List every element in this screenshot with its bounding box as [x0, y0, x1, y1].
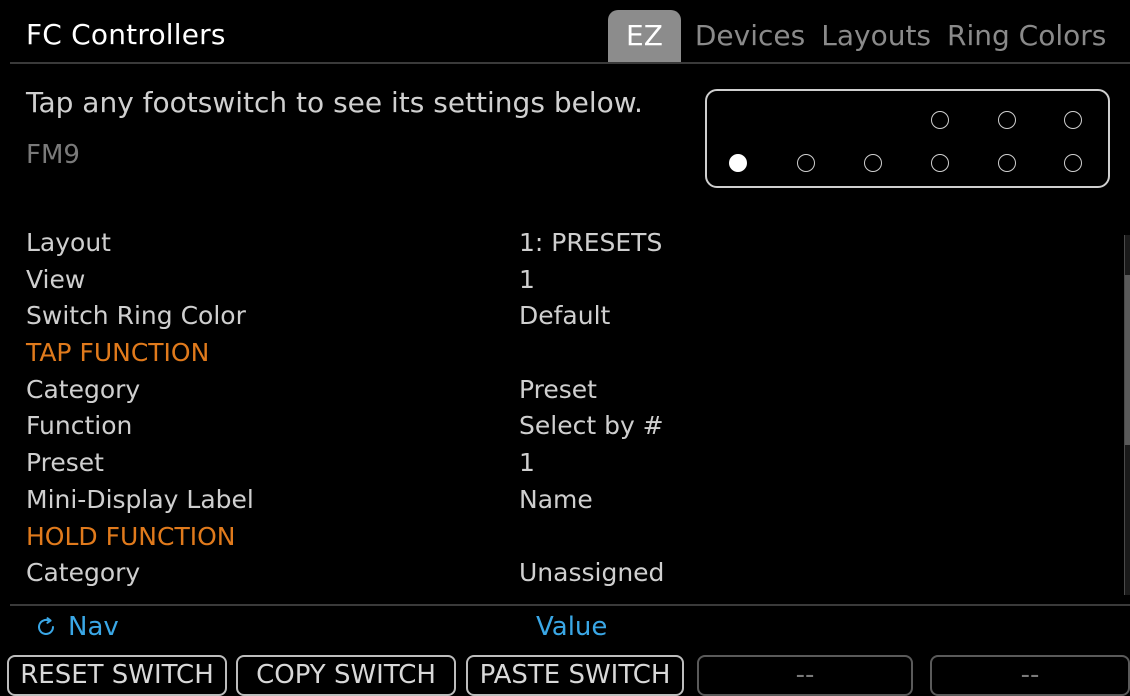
- scrollbar[interactable]: [1124, 235, 1130, 595]
- paste-switch-button[interactable]: PASTE SWITCH: [466, 655, 684, 696]
- param-row-switch-ring-color[interactable]: Switch Ring Color Default: [26, 299, 1106, 336]
- hint-nav: Nav: [34, 612, 119, 642]
- footswitch-bottom-3[interactable]: [864, 154, 882, 172]
- param-label: Preset: [26, 448, 104, 478]
- tab-ez[interactable]: EZ: [608, 10, 681, 62]
- copy-switch-button[interactable]: COPY SWITCH: [236, 655, 456, 696]
- softkey-5-button[interactable]: --: [930, 655, 1130, 696]
- tab-ring-colors[interactable]: Ring Colors: [939, 10, 1114, 62]
- footswitch-bottom-4[interactable]: [931, 154, 949, 172]
- param-row-tap-preset[interactable]: Preset 1: [26, 446, 1106, 483]
- param-row-tap-function[interactable]: Function Select by #: [26, 409, 1106, 446]
- param-value[interactable]: Preset: [519, 375, 597, 404]
- device-name: FM9: [26, 140, 80, 170]
- footswitch-bottom-1[interactable]: [729, 154, 747, 172]
- param-label: Switch Ring Color: [26, 301, 246, 331]
- page-title: FC Controllers: [26, 18, 226, 51]
- param-value[interactable]: Unassigned: [519, 558, 664, 587]
- section-heading: HOLD FUNCTION: [26, 521, 236, 551]
- param-label: View: [26, 264, 86, 294]
- divider: [10, 604, 1130, 606]
- param-label: Function: [26, 411, 133, 441]
- param-value[interactable]: Name: [519, 485, 593, 514]
- param-row-layout[interactable]: Layout 1: PRESETS: [26, 226, 1106, 263]
- tab-devices[interactable]: Devices: [687, 10, 813, 62]
- section-heading: TAP FUNCTION: [26, 338, 210, 368]
- param-row-tap-category[interactable]: Category Preset: [26, 373, 1106, 410]
- reset-switch-button[interactable]: RESET SWITCH: [7, 655, 227, 696]
- hint-value: Value: [536, 612, 607, 642]
- param-value[interactable]: 1: PRESETS: [519, 228, 662, 257]
- param-label: Mini-Display Label: [26, 484, 254, 514]
- footswitch-top-1[interactable]: [931, 111, 949, 129]
- softkey-4-button[interactable]: --: [697, 655, 913, 696]
- hint-nav-label: Nav: [68, 612, 119, 642]
- footswitch-top-3[interactable]: [1064, 111, 1082, 129]
- rotate-knob-icon: [38, 617, 54, 635]
- param-label: Layout: [26, 228, 111, 257]
- footswitch-bottom-5[interactable]: [998, 154, 1016, 172]
- section-heading-tap-function: TAP FUNCTION: [26, 336, 1106, 373]
- param-value[interactable]: 1: [519, 265, 535, 294]
- footswitch-bottom-6[interactable]: [1064, 154, 1082, 172]
- param-label: Category: [26, 374, 141, 404]
- param-value[interactable]: Select by #: [519, 411, 664, 440]
- tab-layouts[interactable]: Layouts: [813, 10, 939, 62]
- title-bar: FC Controllers EZ Devices Layouts Ring C…: [10, 10, 1130, 64]
- section-heading-hold-function: HOLD FUNCTION: [26, 520, 1106, 557]
- param-value[interactable]: Default: [519, 301, 610, 330]
- scrollbar-thumb[interactable]: [1125, 275, 1130, 445]
- footswitch-panel: [705, 89, 1110, 188]
- param-row-mini-display-label[interactable]: Mini-Display Label Name: [26, 483, 1106, 520]
- instruction-text: Tap any footswitch to see its settings b…: [26, 86, 643, 119]
- param-value[interactable]: 1: [519, 448, 535, 477]
- parameter-list: Layout 1: PRESETS View 1 Switch Ring Col…: [26, 226, 1106, 593]
- tab-bar: EZ Devices Layouts Ring Colors: [608, 10, 1114, 62]
- param-row-hold-category[interactable]: Category Unassigned: [26, 556, 1106, 593]
- param-label: Category: [26, 558, 141, 588]
- hint-value-label: Value: [536, 612, 608, 642]
- footswitch-top-2[interactable]: [998, 111, 1016, 129]
- param-row-view[interactable]: View 1: [26, 263, 1106, 300]
- footswitch-bottom-2[interactable]: [797, 154, 815, 172]
